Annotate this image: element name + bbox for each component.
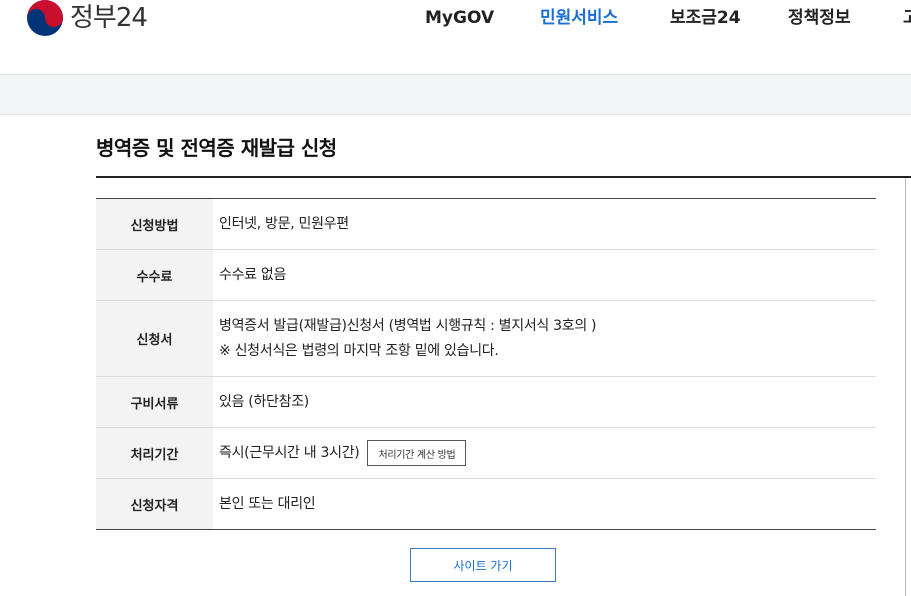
row-value: 수수료 없음 (213, 250, 876, 300)
nav-subsidy24[interactable]: 보조금24 (670, 0, 741, 36)
row-label: 신청서 (96, 301, 213, 376)
table-row-processing-time: 처리기간 즉시(근무시간 내 3시간) 처리기간 계산 방법 (96, 428, 876, 479)
table-row-fee: 수수료 수수료 없음 (96, 250, 876, 301)
row-value-note: ※ 신청서식은 법령의 마지막 조항 밑에 있습니다. (219, 342, 499, 359)
row-label: 수수료 (96, 250, 213, 300)
row-value: 있음 (하단참조) (213, 377, 876, 427)
table-row-form: 신청서 병역증서 발급(재발급)신청서 (병역법 시행규칙 : 별지서식 3호의… (96, 301, 876, 377)
nav-policy-info[interactable]: 정책정보 (788, 0, 851, 36)
page-title: 병역증 및 전역증 재발급 신청 (96, 136, 337, 160)
row-value-line: 인터넷, 방문, 민원우편 (219, 215, 349, 232)
nav-next-truncated[interactable]: 고 (903, 0, 911, 36)
table-row-method: 신청방법 인터넷, 방문, 민원우편 (96, 199, 876, 250)
site-header: 정부24 MyGOV 민원서비스 보조금24 정책정보 고 (0, 0, 911, 75)
nav-civil-service[interactable]: 민원서비스 (540, 0, 618, 36)
logo[interactable]: 정부24 (27, 0, 148, 36)
row-value: 인터넷, 방문, 민원우편 (213, 199, 876, 249)
go-to-site-button[interactable]: 사이트 가기 (410, 548, 556, 582)
nav-mygov[interactable]: MyGOV (425, 0, 494, 36)
row-value-line: 본인 또는 대리인 (219, 495, 316, 512)
table-row-eligibility: 신청자격 본인 또는 대리인 (96, 479, 876, 529)
row-label: 신청방법 (96, 199, 213, 249)
row-label: 신청자격 (96, 479, 213, 529)
sub-header-band (0, 75, 911, 115)
row-value: 즉시(근무시간 내 3시간) 처리기간 계산 방법 (213, 428, 876, 478)
row-label: 구비서류 (96, 377, 213, 427)
logo-text: 정부24 (70, 3, 148, 33)
table-row-documents: 구비서류 있음 (하단참조) (96, 377, 876, 428)
taegeuk-logo-icon (27, 0, 63, 36)
row-value-line: 수수료 없음 (219, 266, 287, 283)
service-info-table: 신청방법 인터넷, 방문, 민원우편 수수료 수수료 없음 신청서 병역증서 발… (96, 198, 876, 530)
row-value-line: 즉시(근무시간 내 3시간) (219, 444, 360, 461)
content-edge-line (905, 178, 906, 596)
row-value-line: 있음 (하단참조) (219, 393, 309, 410)
processing-time-calc-button[interactable]: 처리기간 계산 방법 (367, 440, 467, 466)
row-value-line: 병역증서 발급(재발급)신청서 (병역법 시행규칙 : 별지서식 3호의 ) (219, 317, 597, 334)
row-value: 본인 또는 대리인 (213, 479, 876, 529)
row-label: 처리기간 (96, 428, 213, 478)
row-value: 병역증서 발급(재발급)신청서 (병역법 시행규칙 : 별지서식 3호의 ) ※… (213, 301, 876, 376)
title-divider (96, 176, 911, 178)
